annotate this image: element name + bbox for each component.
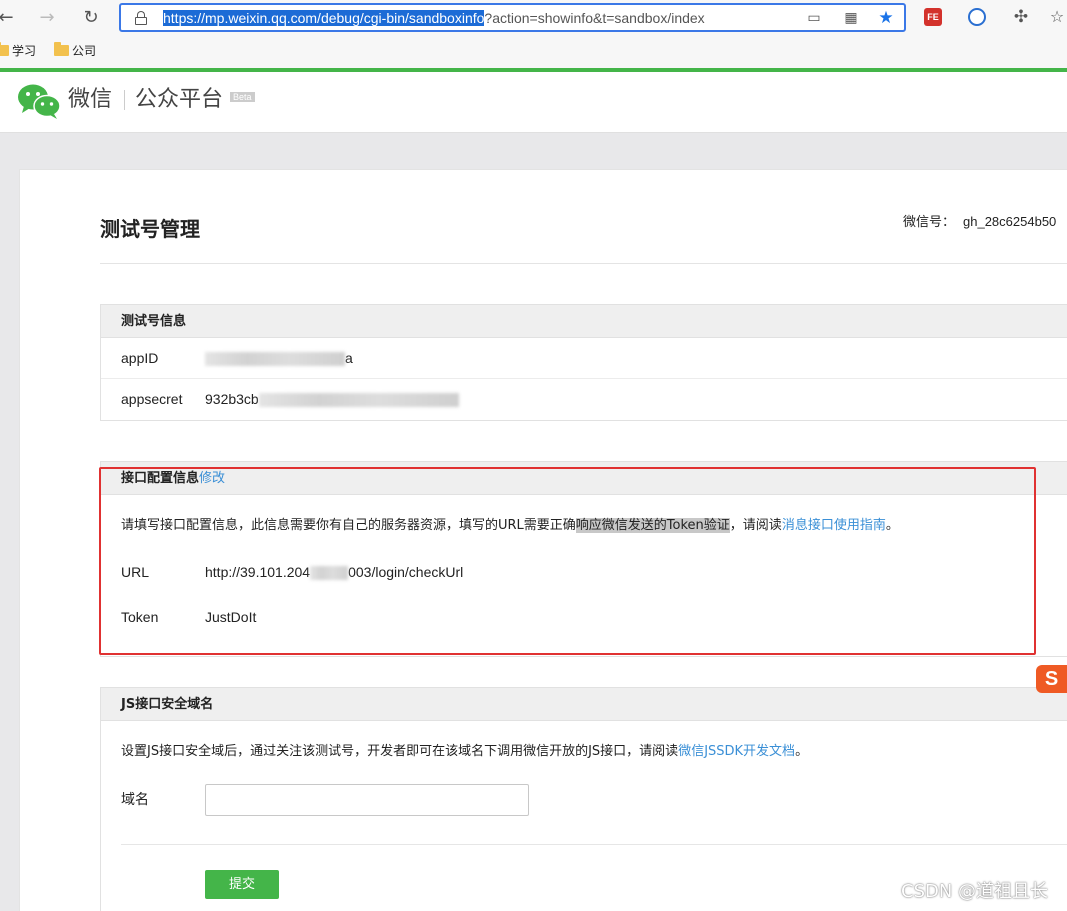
bookmark-label: 公司 xyxy=(72,44,97,58)
wechat-id-label: 微信号： xyxy=(903,214,956,229)
section-heading: JS接口安全域名 xyxy=(101,688,1067,721)
lock-icon[interactable] xyxy=(135,11,147,25)
note-text: 。 xyxy=(795,744,809,759)
page-title: 测试号管理 xyxy=(100,217,200,241)
wechat-id-value: gh_28c6254b50 xyxy=(963,214,1057,229)
bookmark-label: 学习 xyxy=(12,44,37,58)
wechat-id: 微信号： gh_28c6254b50 xyxy=(903,213,1056,231)
qr-code-icon[interactable]: ▦ xyxy=(842,10,860,26)
appid-suffix: a xyxy=(345,350,353,366)
js-domain-note: 设置JS接口安全域后，通过关注该测试号，开发者即可在该域名下调用微信开放的JS接… xyxy=(121,743,808,761)
redacted-block xyxy=(205,352,345,367)
brand-name[interactable]: 微信 xyxy=(68,86,112,114)
csdn-watermark: CSDN @道祖且长 xyxy=(901,881,1049,902)
back-icon[interactable]: ← xyxy=(0,6,18,30)
appsecret-prefix: 932b3cb xyxy=(205,391,259,407)
form-divider xyxy=(121,844,1067,845)
appid-row: appID a xyxy=(101,338,1067,379)
browser-toolbar: ← → ↻ https://mp.weixin.qq.com/debug/cgi… xyxy=(0,0,1067,36)
site-header: 微信 公众平台 Beta xyxy=(0,72,1067,133)
appsecret-value: 932b3cb xyxy=(205,379,459,419)
extension-globe-icon[interactable] xyxy=(968,8,986,26)
brand-subtitle[interactable]: 公众平台 xyxy=(135,86,223,114)
folder-icon xyxy=(0,42,9,56)
appsecret-label: appsecret xyxy=(121,391,183,407)
url-selected-part: https://mp.weixin.qq.com/debug/cgi-bin/s… xyxy=(163,10,485,26)
wechat-logo-icon[interactable] xyxy=(17,82,61,120)
bookmark-company[interactable]: 公司 xyxy=(54,41,96,61)
forward-icon[interactable]: → xyxy=(35,6,59,30)
bookmark-star-icon[interactable]: ★ xyxy=(877,10,895,27)
browser-chrome: ← → ↻ https://mp.weixin.qq.com/debug/cgi… xyxy=(0,0,1067,68)
appsecret-row: appsecret 932b3cb xyxy=(101,379,1067,420)
sogou-ime-icon[interactable]: S xyxy=(1036,665,1067,693)
title-divider xyxy=(100,263,1067,264)
fe-extension-icon[interactable]: FE xyxy=(924,8,942,26)
domain-label: 域名 xyxy=(121,791,149,807)
folder-icon xyxy=(54,42,69,56)
beta-badge: Beta xyxy=(230,92,255,102)
appid-value: a xyxy=(205,338,353,378)
favorites-icon[interactable]: ☆ xyxy=(1045,5,1067,29)
annotation-highlight-box xyxy=(99,467,1036,655)
redacted-block xyxy=(258,393,459,408)
domain-input[interactable] xyxy=(205,784,529,816)
extensions-puzzle-icon[interactable]: ✣ xyxy=(1009,5,1033,29)
section-heading: 测试号信息 xyxy=(101,305,1067,338)
jssdk-docs-link[interactable]: 微信JSSDK开发文档 xyxy=(678,744,795,759)
url-query-part: ?action=showinfo&t=sandbox/index xyxy=(484,10,705,26)
bookmark-study[interactable]: 学习 xyxy=(0,41,36,61)
note-text: 设置JS接口安全域后，通过关注该测试号，开发者即可在该域名下调用微信开放的JS接… xyxy=(121,744,679,759)
url-text[interactable]: https://mp.weixin.qq.com/debug/cgi-bin/s… xyxy=(163,9,705,27)
appid-label: appID xyxy=(121,350,159,366)
address-bar[interactable]: https://mp.weixin.qq.com/debug/cgi-bin/s… xyxy=(119,3,906,32)
js-domain-section: JS接口安全域名 设置JS接口安全域后，通过关注该测试号，开发者即可在该域名下调… xyxy=(100,687,1067,911)
reader-mode-icon[interactable]: ▭ xyxy=(805,10,823,26)
brand-divider xyxy=(124,90,125,110)
test-account-section: 测试号信息 appID a appsecret 932b3cb xyxy=(100,304,1067,421)
submit-button[interactable]: 提交 xyxy=(205,870,279,899)
bookmarks-bar: 学习 公司 xyxy=(0,36,1067,66)
reload-icon[interactable]: ↻ xyxy=(79,6,103,30)
